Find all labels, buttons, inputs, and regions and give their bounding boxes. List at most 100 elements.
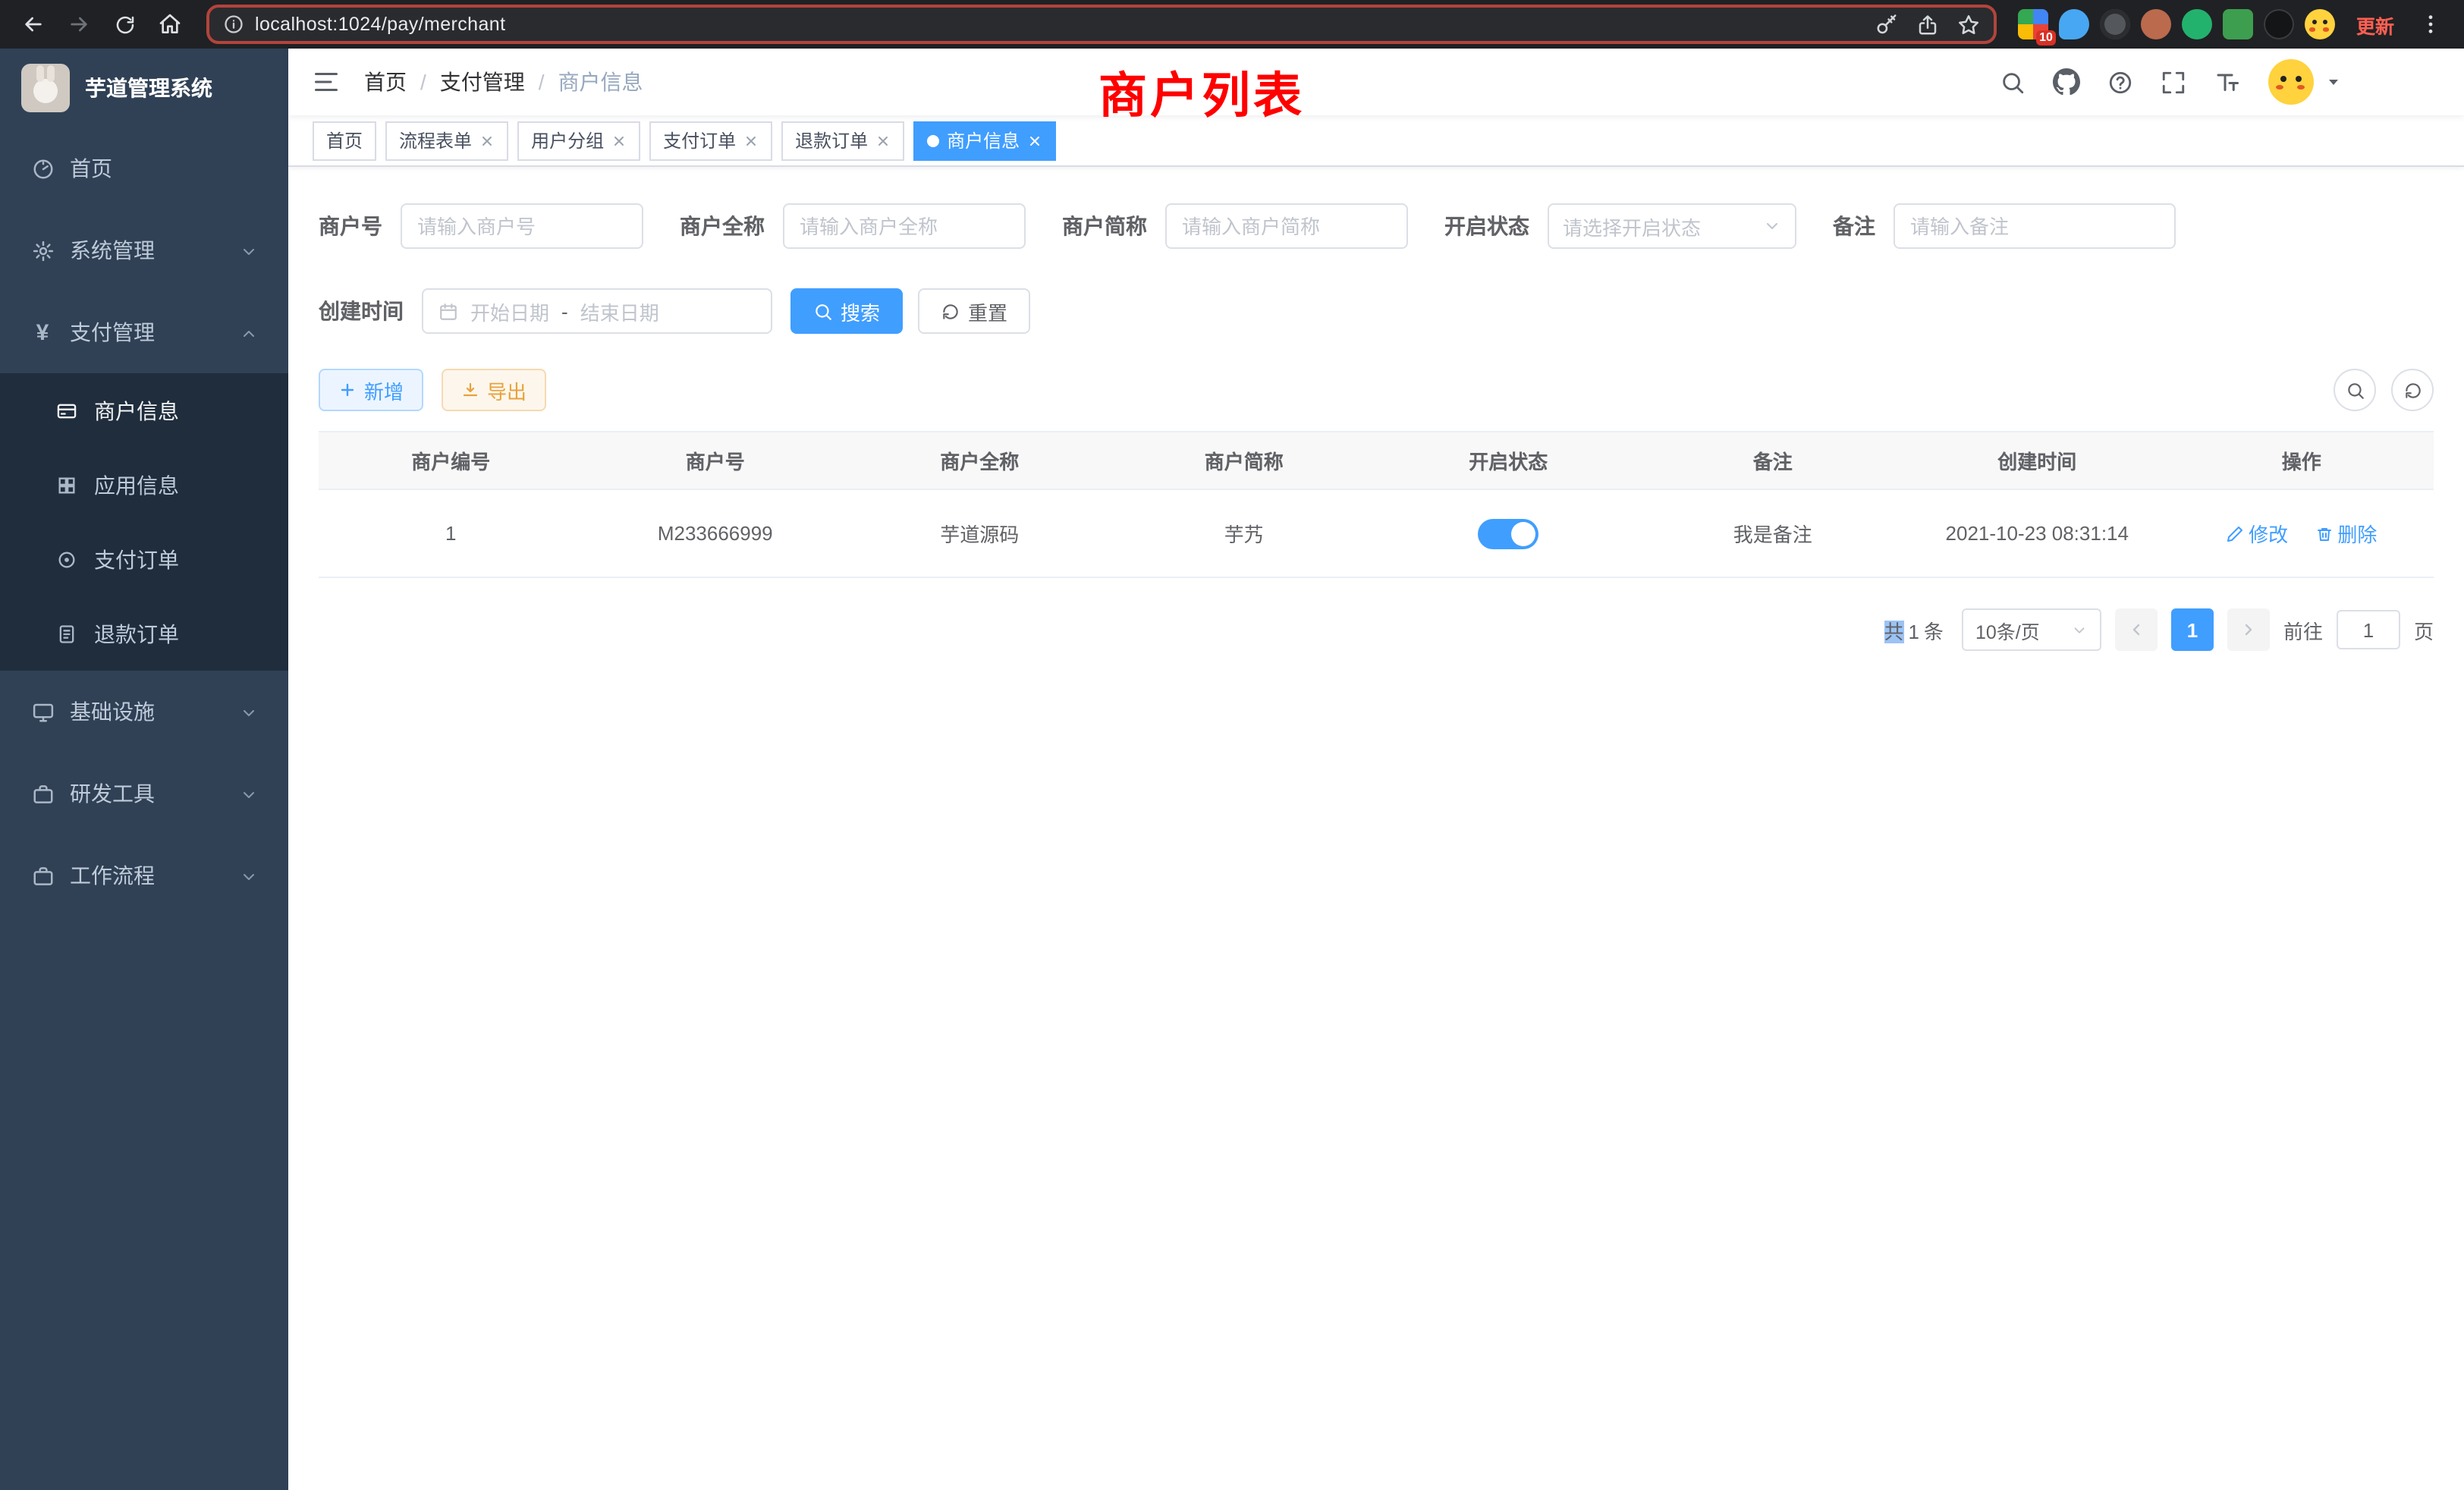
share-icon[interactable] (1916, 13, 1939, 36)
extension-dark-icon[interactable] (2264, 9, 2294, 39)
merchant-name-input[interactable] (783, 203, 1026, 249)
tab-label: 首页 (326, 127, 363, 153)
tab-refund-order[interactable]: 退款订单 (781, 121, 904, 160)
tab-process-form[interactable]: 流程表单 (385, 121, 508, 160)
chevron-down-icon (1763, 217, 1781, 235)
breadcrumb-separator: / (420, 70, 426, 94)
sidebar-item-label: 工作流程 (70, 860, 155, 891)
sidebar-logo[interactable]: 芋道管理系统 (0, 49, 288, 127)
sidebar-item-merchant-info[interactable]: 商户信息 (0, 373, 288, 448)
sidebar-item-payment[interactable]: ¥ 支付管理 (0, 291, 288, 373)
goto-page-input[interactable] (2337, 610, 2400, 649)
page-annotation: 商户列表 (1098, 58, 1305, 127)
browser-profile-avatar[interactable] (2305, 9, 2335, 39)
browser-forward-button[interactable] (58, 3, 100, 46)
sidebar-item-dev-tools[interactable]: 研发工具 (0, 753, 288, 835)
tab-close-icon[interactable] (875, 133, 891, 148)
status-select[interactable]: 请选择开启状态 (1548, 203, 1796, 249)
font-size-icon[interactable] (2214, 68, 2241, 96)
grid-icon (55, 473, 79, 497)
browser-home-button[interactable] (149, 3, 191, 46)
github-icon[interactable] (2053, 68, 2080, 96)
browser-update-button[interactable]: 更新 (2344, 5, 2406, 43)
tab-label: 商户信息 (947, 127, 1020, 153)
sidebar-item-home[interactable]: 首页 (0, 127, 288, 209)
breadcrumb-item-home[interactable]: 首页 (364, 67, 407, 97)
sidebar: 芋道管理系统 首页 系统管理 ¥ 支付管理 商户信息 应用信息 支付订单 退款订… (0, 49, 288, 1490)
user-avatar-menu[interactable] (2268, 59, 2343, 105)
next-page-button[interactable] (2227, 608, 2270, 651)
extension-ring-icon[interactable] (2100, 9, 2130, 39)
chevron-down-icon (240, 238, 258, 262)
toggle-search-button[interactable] (2334, 369, 2376, 411)
app-title: 芋道管理系统 (85, 73, 212, 103)
extension-green-circle-icon[interactable] (2182, 9, 2212, 39)
col-header-create-time: 创建时间 (1905, 432, 2170, 489)
yen-icon: ¥ (30, 320, 55, 344)
help-icon[interactable] (2107, 69, 2133, 95)
status-toggle[interactable] (1478, 518, 1538, 549)
user-avatar[interactable] (2268, 59, 2314, 105)
card-icon (55, 398, 79, 423)
password-key-icon[interactable] (1875, 13, 1898, 36)
merchant-no-input[interactable] (401, 203, 643, 249)
prev-page-button[interactable] (2115, 608, 2158, 651)
logo-avatar (21, 64, 70, 112)
tab-user-group[interactable]: 用户分组 (517, 121, 640, 160)
tab-close-icon[interactable] (743, 133, 759, 148)
extension-grid-icon[interactable]: 10 (2018, 9, 2048, 39)
refresh-table-button[interactable] (2391, 369, 2434, 411)
hamburger-icon[interactable] (313, 68, 340, 96)
add-button[interactable]: 新增 (319, 369, 423, 411)
plus-icon (338, 381, 357, 399)
tab-close-icon[interactable] (1027, 133, 1042, 148)
extension-drop-icon[interactable] (2059, 9, 2089, 39)
search-button[interactable]: 搜索 (790, 288, 903, 334)
page-size-select[interactable]: 10条/页 (1962, 608, 2101, 651)
browser-reload-button[interactable] (103, 3, 146, 46)
add-button-label: 新增 (364, 376, 404, 404)
browser-toolbar: localhost:1024/pay/merchant 10 更新 (0, 0, 2464, 49)
merchant-short-input[interactable] (1165, 203, 1408, 249)
browser-back-button[interactable] (12, 3, 55, 46)
sidebar-item-payment-order[interactable]: 支付订单 (0, 522, 288, 596)
extension-avatar-icon[interactable] (2141, 9, 2171, 39)
fullscreen-icon[interactable] (2161, 69, 2186, 95)
edit-link[interactable]: 修改 (2226, 519, 2288, 548)
right-toolbar (2334, 369, 2434, 411)
export-button[interactable]: 导出 (442, 369, 546, 411)
tab-label: 流程表单 (399, 127, 472, 153)
header-search-icon[interactable] (2000, 69, 2026, 95)
tab-close-icon[interactable] (611, 133, 627, 148)
briefcase-icon (30, 863, 55, 888)
col-header-actions: 操作 (2170, 432, 2434, 489)
merchant-name-label: 商户全称 (680, 211, 765, 241)
address-bar[interactable]: localhost:1024/pay/merchant (206, 5, 1997, 44)
site-info-icon[interactable] (223, 14, 244, 35)
sidebar-item-infrastructure[interactable]: 基础设施 (0, 671, 288, 753)
chevron-down-icon (240, 699, 258, 724)
extension-green-square-icon[interactable] (2223, 9, 2253, 39)
sidebar-item-app-info[interactable]: 应用信息 (0, 448, 288, 522)
calendar-icon (438, 301, 458, 321)
sidebar-item-refund-order[interactable]: 退款订单 (0, 596, 288, 671)
col-header-merchant-id: 商户编号 (319, 432, 583, 489)
breadcrumb-item-payment[interactable]: 支付管理 (440, 67, 525, 97)
tab-close-icon[interactable] (479, 133, 495, 148)
page-1-button[interactable]: 1 (2171, 608, 2214, 651)
tab-home[interactable]: 首页 (313, 121, 376, 160)
gear-icon (30, 238, 55, 262)
page-size-value: 10条/页 (1975, 615, 2040, 644)
tab-payment-order[interactable]: 支付订单 (649, 121, 772, 160)
delete-link[interactable]: 删除 (2315, 519, 2377, 548)
remark-input[interactable] (1894, 203, 2176, 249)
bookmark-star-icon[interactable] (1957, 13, 1980, 36)
sidebar-item-system[interactable]: 系统管理 (0, 209, 288, 291)
reset-button[interactable]: 重置 (918, 288, 1030, 334)
tab-merchant-info[interactable]: 商户信息 (913, 121, 1056, 160)
create-time-range-picker[interactable]: 开始日期 - 结束日期 (422, 288, 772, 334)
breadcrumb-separator: / (539, 70, 545, 94)
browser-menu-icon[interactable] (2409, 3, 2452, 46)
merchant-short-label: 商户简称 (1062, 211, 1147, 241)
sidebar-item-workflow[interactable]: 工作流程 (0, 835, 288, 916)
